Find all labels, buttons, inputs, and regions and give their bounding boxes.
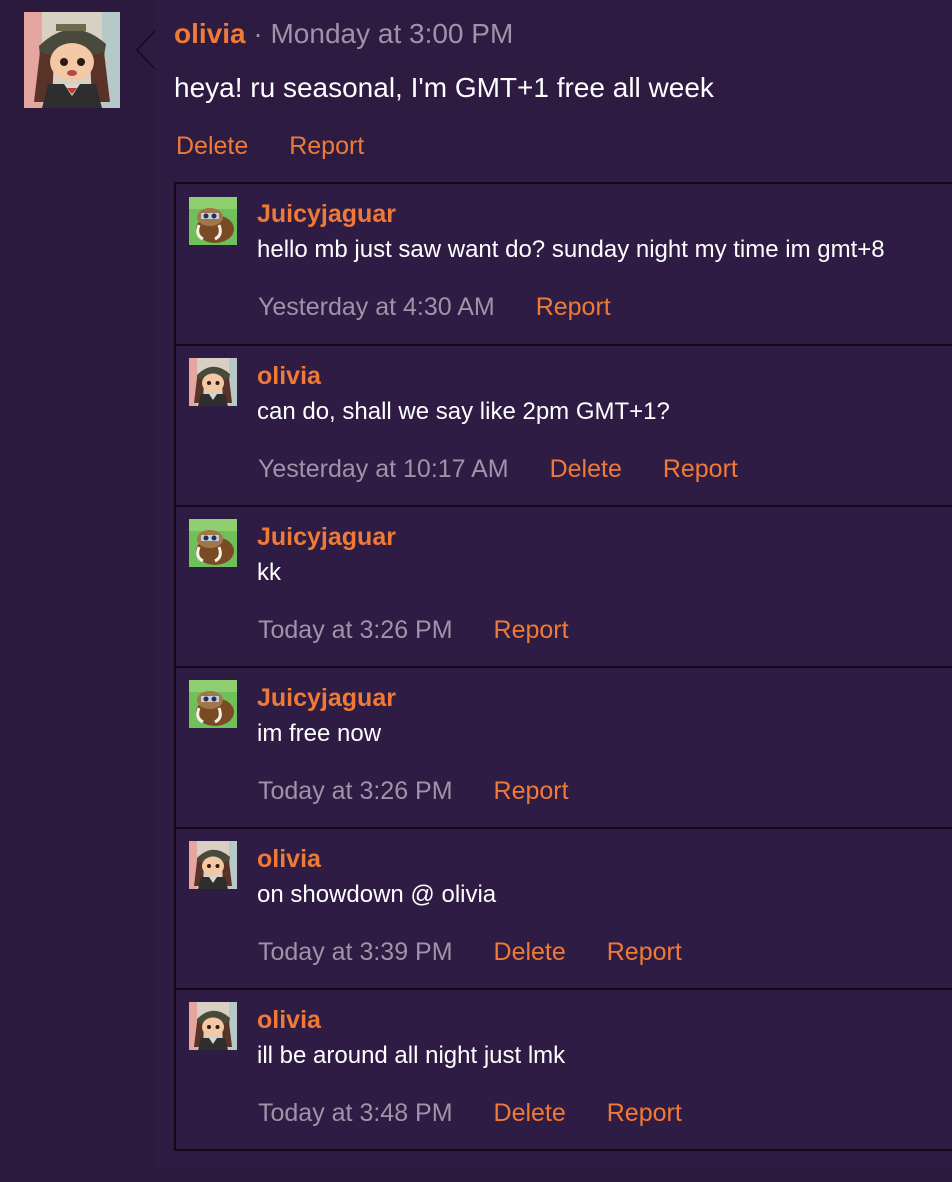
post-timestamp: Monday at 3:00 PM <box>270 18 514 49</box>
reply-timestamp: Today at 3:26 PM <box>258 777 453 805</box>
reply-timestamp: Yesterday at 10:17 AM <box>258 455 509 483</box>
olivia-avatar[interactable] <box>189 358 237 406</box>
olivia-avatar[interactable] <box>189 1002 237 1050</box>
left-rail <box>0 0 154 1168</box>
reply-author[interactable]: Juicyjaguar <box>257 198 396 230</box>
reply-meta: Today at 3:26 PM Report <box>258 775 569 807</box>
reply-item: olivia ill be around all night just lmk … <box>174 990 952 1151</box>
reply-thread: Juicyjaguar hello mb just saw want do? s… <box>174 182 952 1182</box>
delete-button[interactable]: Delete <box>494 1099 566 1127</box>
post-body: heya! ru seasonal, I'm GMT+1 free all we… <box>174 72 714 103</box>
reply-author[interactable]: Juicyjaguar <box>257 521 396 553</box>
message-bubble-pointer <box>136 30 155 70</box>
reply-timestamp: Yesterday at 4:30 AM <box>258 293 495 321</box>
delete-button[interactable]: Delete <box>550 455 622 483</box>
reply-text: im free now <box>257 720 382 747</box>
post-actions: Delete Report <box>176 130 364 162</box>
reply-meta: Today at 3:39 PM Delete Report <box>258 936 682 968</box>
reply-text: kk <box>257 559 281 586</box>
reply-item: olivia on showdown @ olivia Today at 3:3… <box>174 829 952 990</box>
report-button[interactable]: Report <box>663 455 738 483</box>
report-button[interactable]: Report <box>536 293 611 321</box>
mamoswine-avatar[interactable] <box>189 680 237 728</box>
mamoswine-avatar-image <box>189 197 237 245</box>
reply-text: on showdown @ olivia <box>257 881 497 908</box>
reply-text: hello mb just saw want do? sunday night … <box>257 236 885 263</box>
post-author[interactable]: olivia <box>174 18 246 49</box>
reply-text: ill be around all night just lmk <box>257 1042 566 1069</box>
reply-meta: Yesterday at 10:17 AM Delete Report <box>258 453 738 485</box>
report-button[interactable]: Report <box>607 1099 682 1127</box>
mamoswine-avatar[interactable] <box>189 519 237 567</box>
reply-meta: Today at 3:48 PM Delete Report <box>258 1097 682 1129</box>
olivia-avatar[interactable] <box>189 841 237 889</box>
delete-button[interactable]: Delete <box>494 938 566 966</box>
reply-author[interactable]: olivia <box>257 843 321 875</box>
olivia-avatar[interactable] <box>24 12 120 108</box>
report-button[interactable]: Report <box>289 132 364 160</box>
reply-author[interactable]: olivia <box>257 1004 321 1036</box>
report-button[interactable]: Report <box>607 938 682 966</box>
reply-item: Juicyjaguar im free now Today at 3:26 PM… <box>174 668 952 829</box>
report-button[interactable]: Report <box>494 616 569 644</box>
delete-button[interactable]: Delete <box>176 132 248 160</box>
olivia-avatar-image <box>189 1002 237 1050</box>
mamoswine-avatar-image <box>189 519 237 567</box>
reply-meta: Today at 3:26 PM Report <box>258 614 569 646</box>
reply-item: olivia can do, shall we say like 2pm GMT… <box>174 346 952 507</box>
reply-text: can do, shall we say like 2pm GMT+1? <box>257 398 670 425</box>
reply-item: Juicyjaguar hello mb just saw want do? s… <box>174 182 952 346</box>
mamoswine-avatar[interactable] <box>189 197 237 245</box>
reply-meta: Yesterday at 4:30 AM Report <box>258 291 611 323</box>
reply-item: Juicyjaguar kk Today at 3:26 PM Report <box>174 507 952 668</box>
olivia-avatar-image <box>24 12 120 108</box>
post-header: olivia · Monday at 3:00 PM <box>174 17 513 51</box>
header-separator: · <box>253 18 263 49</box>
olivia-avatar-image <box>189 358 237 406</box>
reply-timestamp: Today at 3:39 PM <box>258 938 453 966</box>
reply-timestamp: Today at 3:48 PM <box>258 1099 453 1127</box>
mamoswine-avatar-image <box>189 680 237 728</box>
reply-timestamp: Today at 3:26 PM <box>258 616 453 644</box>
reply-author[interactable]: Juicyjaguar <box>257 682 396 714</box>
reply-author[interactable]: olivia <box>257 360 321 392</box>
report-button[interactable]: Report <box>494 777 569 805</box>
olivia-avatar-image <box>189 841 237 889</box>
